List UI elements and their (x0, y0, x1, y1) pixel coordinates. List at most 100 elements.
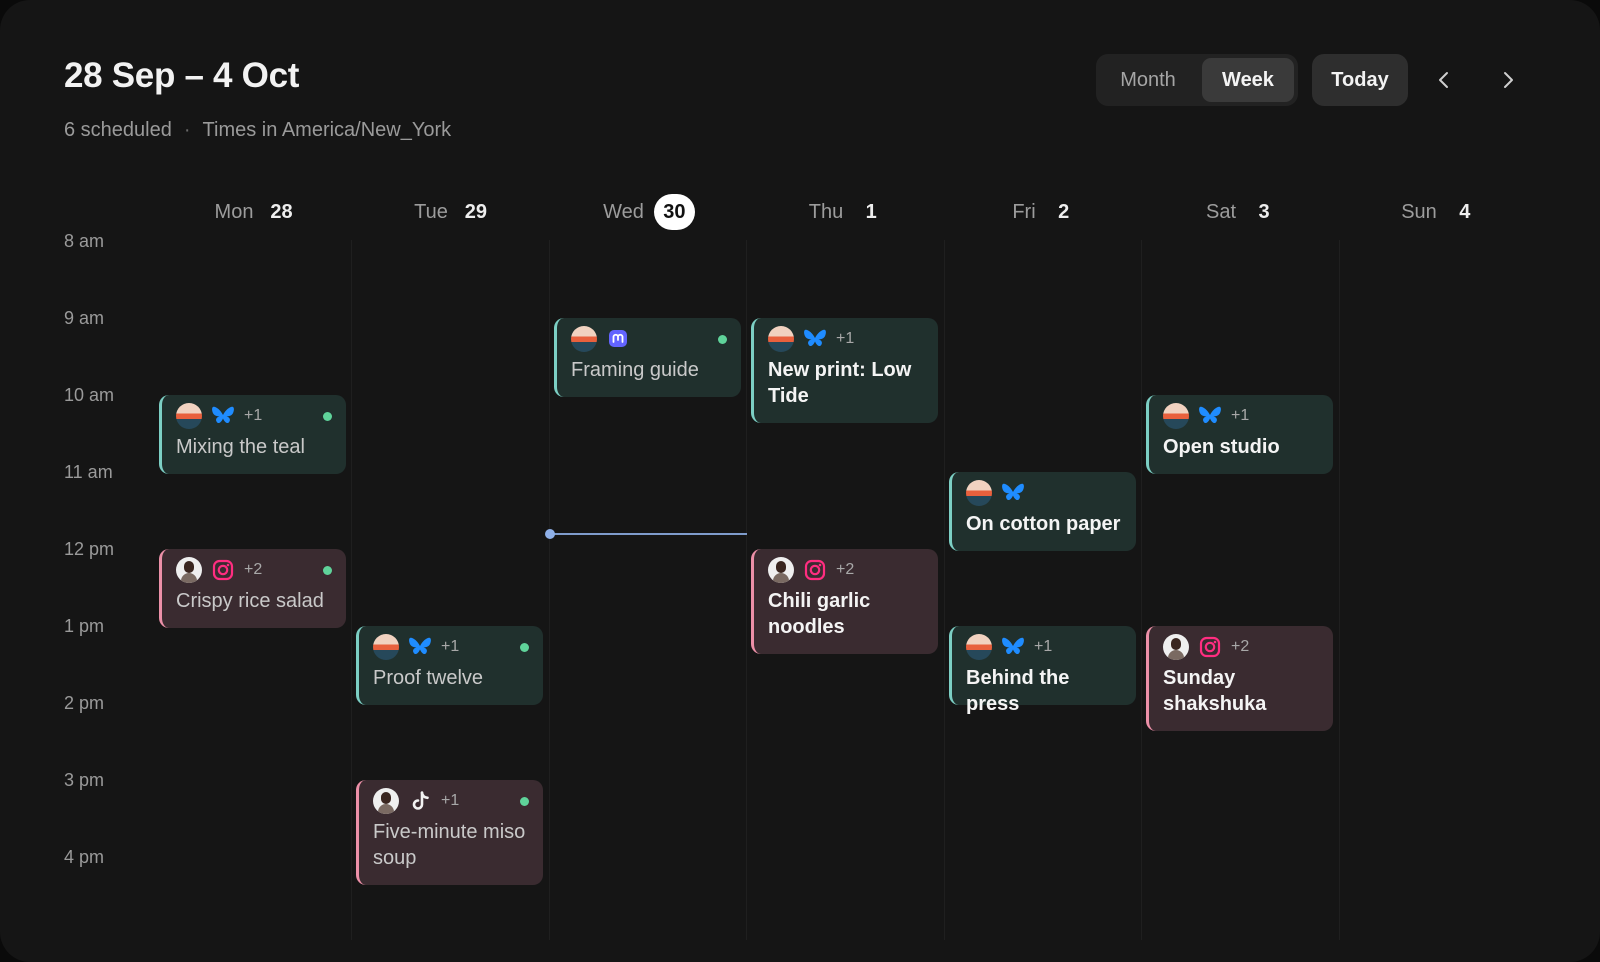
day-date: 29 (464, 200, 487, 223)
status-dot (520, 797, 529, 806)
sunset-avatar (373, 634, 399, 660)
day-name: Sun (1401, 200, 1437, 223)
bluesky-icon (210, 403, 236, 429)
sunset-avatar (571, 326, 597, 352)
event-title: Behind the press (966, 667, 1070, 715)
day-column-divider (944, 240, 945, 940)
hour-label: 8 am (64, 231, 105, 251)
event-title: Chili garlic noodles (768, 590, 871, 638)
day-header-sat[interactable]: Sat 3 (1142, 194, 1340, 230)
event-meta: +2 (768, 557, 854, 583)
event-meta (966, 480, 1026, 506)
event-meta: +2 (1163, 634, 1249, 660)
sunset-avatar (176, 403, 202, 429)
status-dot (323, 566, 332, 575)
event-title: Crispy rice salad (176, 590, 324, 612)
day-column-divider (549, 240, 550, 940)
person-avatar (373, 788, 399, 814)
month-view-button[interactable]: Month (1100, 58, 1196, 102)
day-header-sun[interactable]: Sun 4 (1340, 194, 1538, 230)
scheduled-count: 6 scheduled (64, 119, 172, 141)
extra-networks-count: +1 (244, 407, 263, 424)
day-column-divider (1339, 240, 1340, 940)
chevron-right-icon (1504, 72, 1513, 88)
event-title: New print: Low Tide (768, 359, 912, 407)
day-name: Tue (414, 200, 448, 223)
bluesky-icon (407, 634, 433, 660)
event-card[interactable]: +1 Behind the press (949, 626, 1136, 715)
day-date: 1 (865, 200, 877, 223)
tiktok-icon (407, 788, 433, 814)
subtitle: 6 scheduled · Times in America/New_York (64, 119, 451, 142)
day-column-divider (351, 240, 352, 940)
day-date: 4 (1459, 200, 1471, 223)
hour-label: 12 pm (64, 539, 115, 559)
event-meta: +2 (176, 557, 262, 583)
page-title: 28 Sep – 4 Oct (64, 56, 300, 95)
event-meta: +1 (768, 326, 854, 352)
sunset-avatar (1163, 403, 1189, 429)
day-date: 3 (1258, 200, 1270, 223)
sunset-avatar (768, 326, 794, 352)
event-title: Proof twelve (373, 667, 484, 689)
event-title: Framing guide (571, 359, 699, 381)
day-column-divider (746, 240, 747, 940)
bluesky-icon (1197, 403, 1223, 429)
event-card[interactable]: +2 Chili garlic noodles (751, 549, 938, 654)
view-toggle: Month Week (1096, 54, 1298, 106)
event-meta: +1 (373, 634, 459, 660)
event-card[interactable]: +1 Mixing the teal (159, 395, 346, 474)
event-card[interactable]: +1 Five-minute miso soup (356, 780, 543, 885)
event-title: Five-minute miso soup (373, 821, 526, 869)
day-header-wed[interactable]: Wed 30 (550, 194, 748, 230)
event-card[interactable]: +2 Crispy rice salad (159, 549, 346, 628)
today-button[interactable]: Today (1312, 54, 1408, 106)
instagram-icon (1197, 634, 1223, 660)
hour-label: 9 am (64, 308, 105, 328)
person-avatar (176, 557, 202, 583)
extra-networks-count: +1 (441, 638, 460, 655)
mastodon-icon (605, 326, 631, 352)
extra-networks-count: +1 (1034, 638, 1053, 655)
status-dot (718, 335, 727, 344)
day-name: Mon (214, 200, 254, 223)
status-dot (323, 412, 332, 421)
sunset-avatar (966, 480, 992, 506)
day-header-tue[interactable]: Tue 29 (352, 194, 550, 230)
event-meta (571, 326, 631, 352)
day-name: Fri (1012, 200, 1036, 223)
day-date: 28 (270, 200, 293, 223)
prev-week-button[interactable] (1426, 62, 1462, 98)
event-title: Sunday shakshuka (1163, 667, 1267, 715)
current-time-dot (545, 529, 555, 540)
event-card[interactable]: On cotton paper (949, 472, 1136, 551)
event-title: Mixing the teal (176, 436, 305, 458)
event-card[interactable]: +2 Sunday shakshuka (1146, 626, 1333, 731)
day-name: Wed (603, 200, 644, 223)
day-name: Thu (808, 200, 844, 223)
day-header-thu[interactable]: Thu 1 (747, 194, 945, 230)
day-header-fri[interactable]: Fri 2 (945, 194, 1143, 230)
event-card[interactable]: +1 Proof twelve (356, 626, 543, 705)
week-view-button[interactable]: Week (1202, 58, 1294, 102)
event-card[interactable]: Framing guide (554, 318, 741, 397)
event-card[interactable]: +1 New print: Low Tide (751, 318, 938, 423)
instagram-icon (802, 557, 828, 583)
hour-label: 11 am (64, 462, 113, 482)
extra-networks-count: +2 (836, 561, 855, 578)
next-week-button[interactable] (1490, 62, 1526, 98)
extra-networks-count: +1 (441, 792, 460, 809)
hour-label: 3 pm (64, 770, 105, 790)
event-title: On cotton paper (966, 513, 1121, 535)
bluesky-icon (1000, 634, 1026, 660)
instagram-icon (210, 557, 236, 583)
extra-networks-count: +1 (836, 330, 855, 347)
event-card[interactable]: +1 Open studio (1146, 395, 1333, 474)
person-avatar (768, 557, 794, 583)
timezone-label: Times in America/New_York (202, 119, 452, 141)
extra-networks-count: +2 (1231, 638, 1250, 655)
event-meta: +1 (176, 403, 262, 429)
extra-networks-count: +2 (244, 561, 263, 578)
day-header-mon[interactable]: Mon 28 (155, 194, 353, 230)
separator: · (183, 119, 191, 141)
